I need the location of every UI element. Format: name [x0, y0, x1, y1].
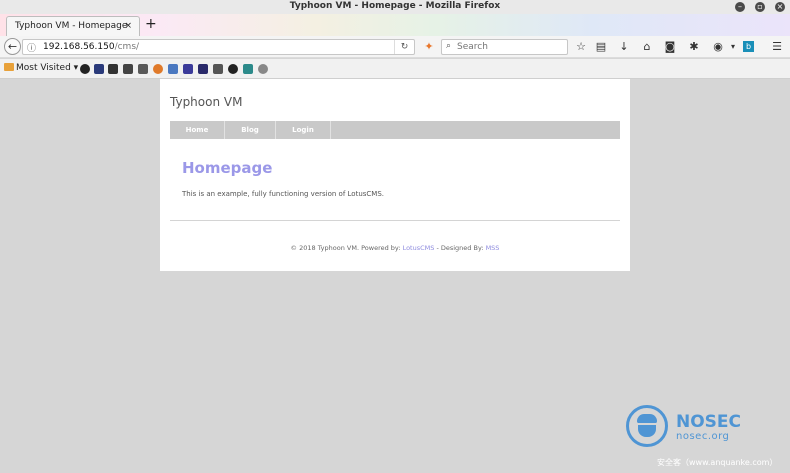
page-heading: Homepage: [182, 159, 273, 177]
tab-strip: Typhoon VM - Homepage × +: [0, 14, 790, 36]
web-page: Typhoon VM Home Blog Login Homepage This…: [160, 79, 630, 271]
folder-icon: [4, 63, 14, 71]
bookmark-icon-5[interactable]: [138, 64, 148, 74]
bookmark-icon-3[interactable]: [108, 64, 118, 74]
bookmark-icon-4[interactable]: [123, 64, 133, 74]
search-icon: ⌕: [446, 41, 452, 51]
url-text[interactable]: 192.168.56.150/cms/: [43, 42, 139, 52]
menu-home[interactable]: Home: [170, 121, 225, 139]
minimize-icon[interactable]: –: [735, 2, 745, 12]
url-bar[interactable]: ⓘ 192.168.56.150/cms/ ↻: [22, 39, 415, 55]
url-host: 192.168.56.150: [43, 42, 115, 52]
search-input[interactable]: [457, 41, 565, 53]
bookmark-icon-6[interactable]: [153, 64, 163, 74]
bing-icon[interactable]: b: [743, 41, 754, 52]
new-tab-button[interactable]: +: [145, 16, 157, 32]
bookmark-star-icon[interactable]: ☆: [574, 40, 588, 54]
window-titlebar: Typhoon VM - Homepage - Mozilla Firefox …: [0, 0, 790, 14]
chevron-down-icon[interactable]: ▾: [726, 40, 740, 54]
site-menu: Home Blog Login: [170, 121, 620, 139]
logo-hat: [637, 414, 657, 423]
watermark-caption: 安全客（www.anquanke.com）: [657, 458, 778, 467]
footer-prefix: © 2018 Typhoon VM. Powered by:: [290, 244, 403, 252]
bookmark-icon-9[interactable]: [198, 64, 208, 74]
info-icon[interactable]: ⓘ: [27, 41, 36, 54]
bookmark-icon-13[interactable]: [258, 64, 268, 74]
mss-link[interactable]: MSS: [486, 244, 500, 252]
most-visited-menu[interactable]: Most Visited ▾: [4, 63, 78, 73]
footer-middle: - Designed By:: [434, 244, 486, 252]
home-icon[interactable]: ⌂: [640, 40, 654, 54]
tab-homepage[interactable]: Typhoon VM - Homepage ×: [6, 16, 140, 36]
watermark-brand: NOSEC: [676, 412, 742, 432]
page-text: This is an example, fully functioning ve…: [182, 190, 384, 198]
logo-face: [638, 425, 656, 437]
url-path: /cms/: [114, 42, 140, 52]
menu-icon[interactable]: ☰: [770, 40, 784, 54]
bookmark-icon-12[interactable]: [243, 64, 253, 74]
bookmark-icon-10[interactable]: [213, 64, 223, 74]
addon-icon[interactable]: ✱: [687, 40, 701, 54]
search-bar[interactable]: ⌕: [441, 39, 568, 55]
navigation-toolbar: ← ⓘ 192.168.56.150/cms/ ↻ ✦ ⌕ ☆ ▤ ↓ ⌂ ◙ …: [0, 36, 790, 58]
reading-list-icon[interactable]: ▤: [594, 40, 608, 54]
close-window-icon[interactable]: ×: [775, 2, 785, 12]
page-footer: © 2018 Typhoon VM. Powered by: LotusCMS …: [160, 244, 630, 252]
bookmark-icon-2[interactable]: [94, 64, 104, 74]
proxy-icon[interactable]: ◉: [711, 40, 725, 54]
menu-login[interactable]: Login: [276, 121, 331, 139]
bookmark-icon-7[interactable]: [168, 64, 178, 74]
back-button[interactable]: ←: [4, 38, 21, 55]
most-visited-label: Most Visited: [16, 63, 71, 73]
extension-icon[interactable]: ✦: [422, 40, 436, 54]
site-title: Typhoon VM: [170, 95, 243, 109]
maximize-icon[interactable]: ▫: [755, 2, 765, 12]
pocket-icon[interactable]: ◙: [663, 40, 677, 54]
tab-close-icon[interactable]: ×: [124, 21, 132, 31]
menu-blog[interactable]: Blog: [225, 121, 276, 139]
reload-icon[interactable]: ↻: [394, 40, 414, 54]
download-icon[interactable]: ↓: [617, 40, 631, 54]
window-title: Typhoon VM - Homepage - Mozilla Firefox: [289, 1, 501, 11]
watermark-site: nosec.org: [676, 431, 730, 442]
nosec-logo-icon: [626, 405, 668, 447]
bookmark-icon-1[interactable]: [80, 64, 90, 74]
bookmarks-toolbar: Most Visited ▾: [0, 59, 790, 79]
bookmark-icon-8[interactable]: [183, 64, 193, 74]
lotuscms-link[interactable]: LotusCMS: [403, 244, 435, 252]
tab-title: Typhoon VM - Homepage: [15, 21, 128, 31]
github-icon[interactable]: [228, 64, 238, 74]
divider: [170, 220, 620, 221]
